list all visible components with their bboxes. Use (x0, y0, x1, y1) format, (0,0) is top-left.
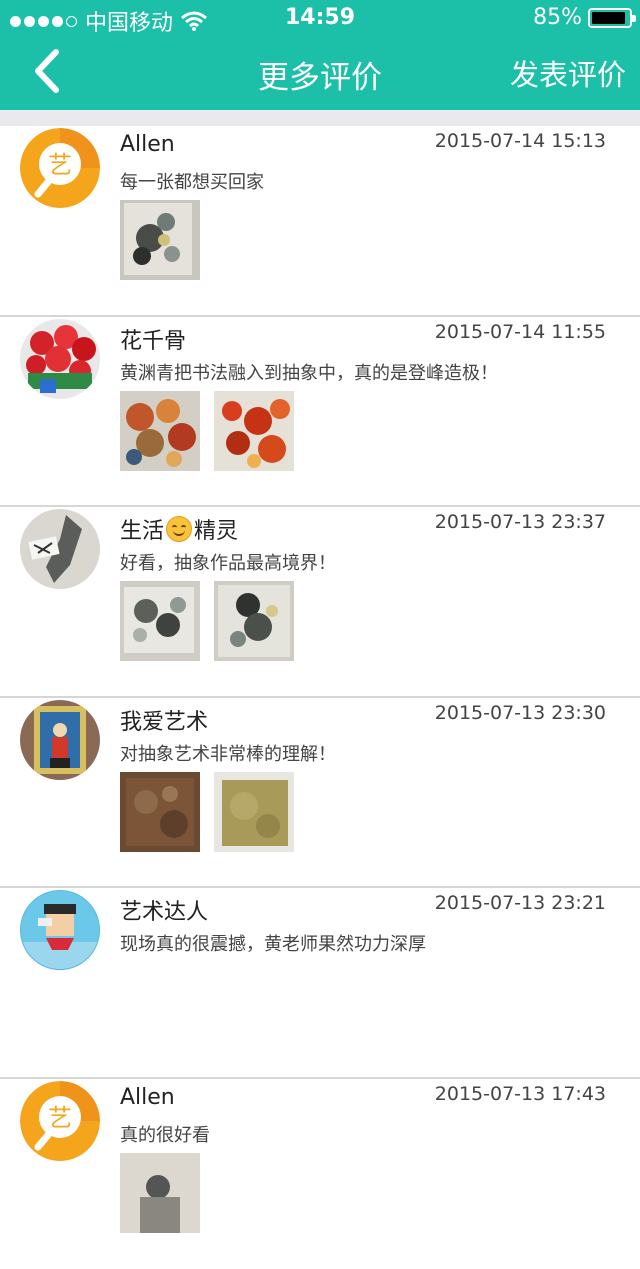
photo-thumbnail[interactable] (214, 391, 294, 471)
photo-thumbnail[interactable] (214, 581, 294, 661)
post-review-button[interactable]: 发表评价 (510, 52, 626, 94)
svg-text:艺: 艺 (48, 1104, 72, 1132)
comment-item[interactable]: 艺 Allen 2015-07-14 15:13 每一张都想买回家 (0, 126, 640, 317)
comment-photos (120, 1153, 200, 1233)
comment-photos (120, 200, 200, 280)
comment-date: 2015-07-14 11:55 (435, 321, 606, 343)
comment-photos (120, 391, 294, 471)
comment-item[interactable]: 艺 Allen 2015-07-13 17:43 真的很好看 (0, 1079, 640, 1269)
battery-status: 85% (533, 5, 632, 30)
user-name[interactable]: 生活 精灵 (120, 513, 238, 545)
comment-photos (120, 772, 294, 852)
user-avatar[interactable] (20, 700, 100, 780)
header: 中国移动 14:59 85% 更多评价 发表评价 (0, 0, 640, 110)
user-avatar[interactable] (20, 890, 100, 970)
comment-text: 每一张都想买回家 (120, 168, 264, 194)
user-avatar[interactable] (20, 509, 100, 589)
user-name[interactable]: Allen (120, 132, 175, 157)
comment-photos (120, 581, 294, 661)
user-name[interactable]: Allen (120, 1085, 175, 1110)
photo-thumbnail[interactable] (214, 772, 294, 852)
photo-thumbnail[interactable] (120, 391, 200, 471)
photo-thumbnail[interactable] (120, 772, 200, 852)
comment-text: 好看，抽象作品最高境界！ (120, 549, 336, 575)
comment-date: 2015-07-13 17:43 (435, 1083, 606, 1105)
photo-thumbnail[interactable] (120, 1153, 200, 1233)
comment-item[interactable]: 花千骨 2015-07-14 11:55 黄渊青把书法融入到抽象中，真的是登峰造… (0, 317, 640, 508)
comment-item[interactable]: 我爱艺术 2015-07-13 23:30 对抽象艺术非常棒的理解！ (0, 698, 640, 889)
comment-text: 真的很好看 (120, 1121, 210, 1147)
user-avatar[interactable]: 艺 (20, 128, 100, 208)
comment-date: 2015-07-13 23:21 (435, 892, 606, 914)
battery-icon (588, 8, 632, 28)
comment-text: 黄渊青把书法融入到抽象中，真的是登峰造极！ (120, 359, 498, 385)
user-avatar[interactable] (20, 319, 100, 399)
user-name[interactable]: 我爱艺术 (120, 704, 208, 736)
user-name-part: 生活 (120, 513, 164, 545)
comment-date: 2015-07-13 23:37 (435, 511, 606, 533)
user-name[interactable]: 艺术达人 (120, 894, 208, 926)
comment-list[interactable]: 艺 Allen 2015-07-14 15:13 每一张都想买回家 花千骨 20… (0, 126, 640, 1269)
user-name-part: 精灵 (194, 513, 238, 545)
comment-item[interactable]: 艺术达人 2015-07-13 23:21 现场真的很震撼，黄老师果然功力深厚 (0, 888, 640, 1079)
photo-thumbnail[interactable] (120, 581, 200, 661)
comment-item[interactable]: 生活 精灵 2015-07-13 23:37 好看，抽象作品最高境界！ (0, 507, 640, 698)
user-avatar[interactable]: 艺 (20, 1081, 100, 1161)
comment-date: 2015-07-14 15:13 (435, 130, 606, 152)
photo-thumbnail[interactable] (120, 200, 200, 280)
svg-text:艺: 艺 (48, 151, 72, 179)
status-bar: 中国移动 14:59 85% (0, 0, 640, 36)
comment-text: 现场真的很震撼，黄老师果然功力深厚 (120, 930, 426, 956)
comment-text: 对抽象艺术非常棒的理解！ (120, 740, 336, 766)
smiley-emoji-icon (166, 516, 192, 542)
battery-percent: 85% (533, 5, 582, 30)
user-name[interactable]: 花千骨 (120, 323, 186, 355)
section-gap (0, 110, 640, 126)
comment-date: 2015-07-13 23:30 (435, 702, 606, 724)
